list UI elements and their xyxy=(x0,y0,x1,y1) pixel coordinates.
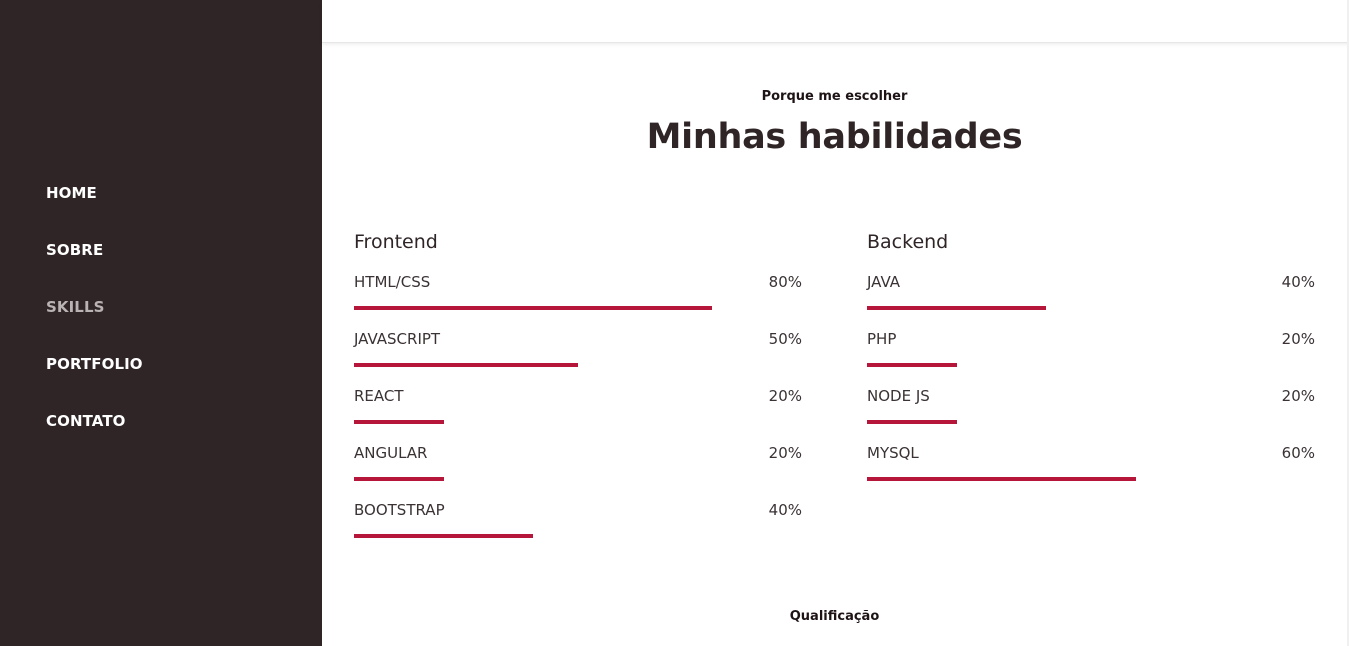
skill-bar-fill xyxy=(354,534,534,538)
skill-bar-track xyxy=(354,477,802,481)
nav-link-contato[interactable]: CONTATO xyxy=(46,410,126,432)
frontend-title: Frontend xyxy=(354,231,438,253)
nav-item-skills: SKILLS xyxy=(46,296,143,353)
skill-row: JAVA 40% xyxy=(867,270,1315,327)
nav-link-skills[interactable]: SKILLS xyxy=(46,296,105,318)
nav-item-home: HOME xyxy=(46,182,143,239)
skill-name: PHP xyxy=(867,330,897,348)
backend-column: Backend JAVA 40% PHP 20% NODE JS 20% MYS… xyxy=(867,230,1315,498)
nav-item-sobre: SOBRE xyxy=(46,239,143,296)
skills-section: Porque me escolher Minhas habilidades Fr… xyxy=(322,43,1347,646)
nav-link-portfolio[interactable]: PORTFOLIO xyxy=(46,353,143,375)
skill-bar-track xyxy=(867,477,1315,481)
skill-row: PHP 20% xyxy=(867,327,1315,384)
top-header-bar xyxy=(322,0,1349,43)
skill-bar-track xyxy=(354,534,802,538)
nav-item-portfolio: PORTFOLIO xyxy=(46,353,143,410)
backend-title: Backend xyxy=(867,231,949,253)
skill-bar-fill xyxy=(867,477,1136,481)
skill-row: NODE JS 20% xyxy=(867,384,1315,441)
skill-bar-fill xyxy=(354,477,444,481)
sidebar: HOME SOBRE SKILLS PORTFOLIO CONTATO xyxy=(0,0,322,646)
skill-name: MYSQL xyxy=(867,444,919,462)
skill-percent: 50% xyxy=(768,330,802,348)
skill-row: MYSQL 60% xyxy=(867,441,1315,498)
skill-percent: 80% xyxy=(768,273,802,291)
skill-bar-track xyxy=(354,306,802,310)
skill-name: REACT xyxy=(354,387,404,405)
skill-name: NODE JS xyxy=(867,387,930,405)
skill-bar-fill xyxy=(354,363,578,367)
skill-bar-fill xyxy=(867,363,957,367)
skill-row: HTML/CSS 80% xyxy=(354,270,802,327)
skill-percent: 40% xyxy=(768,501,802,519)
nav-link-sobre[interactable]: SOBRE xyxy=(46,239,103,261)
skill-percent: 20% xyxy=(1281,387,1315,405)
skill-bar-track xyxy=(354,420,802,424)
skill-name: JAVASCRIPT xyxy=(354,330,441,348)
skill-percent: 20% xyxy=(1281,330,1315,348)
skill-bar-fill xyxy=(354,306,713,310)
skill-row: BOOTSTRAP 40% xyxy=(354,498,802,555)
skill-bar-track xyxy=(867,306,1315,310)
frontend-column: Frontend HTML/CSS 80% JAVASCRIPT 50% REA… xyxy=(354,230,802,555)
nav-item-contato: CONTATO xyxy=(46,410,143,467)
skill-row: REACT 20% xyxy=(354,384,802,441)
sidebar-nav: HOME SOBRE SKILLS PORTFOLIO CONTATO xyxy=(46,182,143,467)
skill-bar-track xyxy=(867,420,1315,424)
skill-percent: 20% xyxy=(768,444,802,462)
skill-percent: 60% xyxy=(1281,444,1315,462)
skill-bar-fill xyxy=(867,306,1047,310)
skill-percent: 40% xyxy=(1281,273,1315,291)
section-title: Minhas habilidades xyxy=(646,117,1023,157)
skill-bar-track xyxy=(354,363,802,367)
nav-link-home[interactable]: HOME xyxy=(46,182,97,204)
skill-bar-track xyxy=(867,363,1315,367)
skill-percent: 20% xyxy=(768,387,802,405)
skill-row: ANGULAR 20% xyxy=(354,441,802,498)
skill-bar-fill xyxy=(354,420,444,424)
section-subtitle: Porque me escolher xyxy=(761,89,908,104)
skill-name: HTML/CSS xyxy=(354,273,431,291)
skill-name: BOOTSTRAP xyxy=(354,501,445,519)
qualification-subtitle: Qualificação xyxy=(789,609,880,624)
skill-row: JAVASCRIPT 50% xyxy=(354,327,802,384)
skill-name: ANGULAR xyxy=(354,444,428,462)
skill-bar-fill xyxy=(867,420,957,424)
skill-name: JAVA xyxy=(867,273,901,291)
